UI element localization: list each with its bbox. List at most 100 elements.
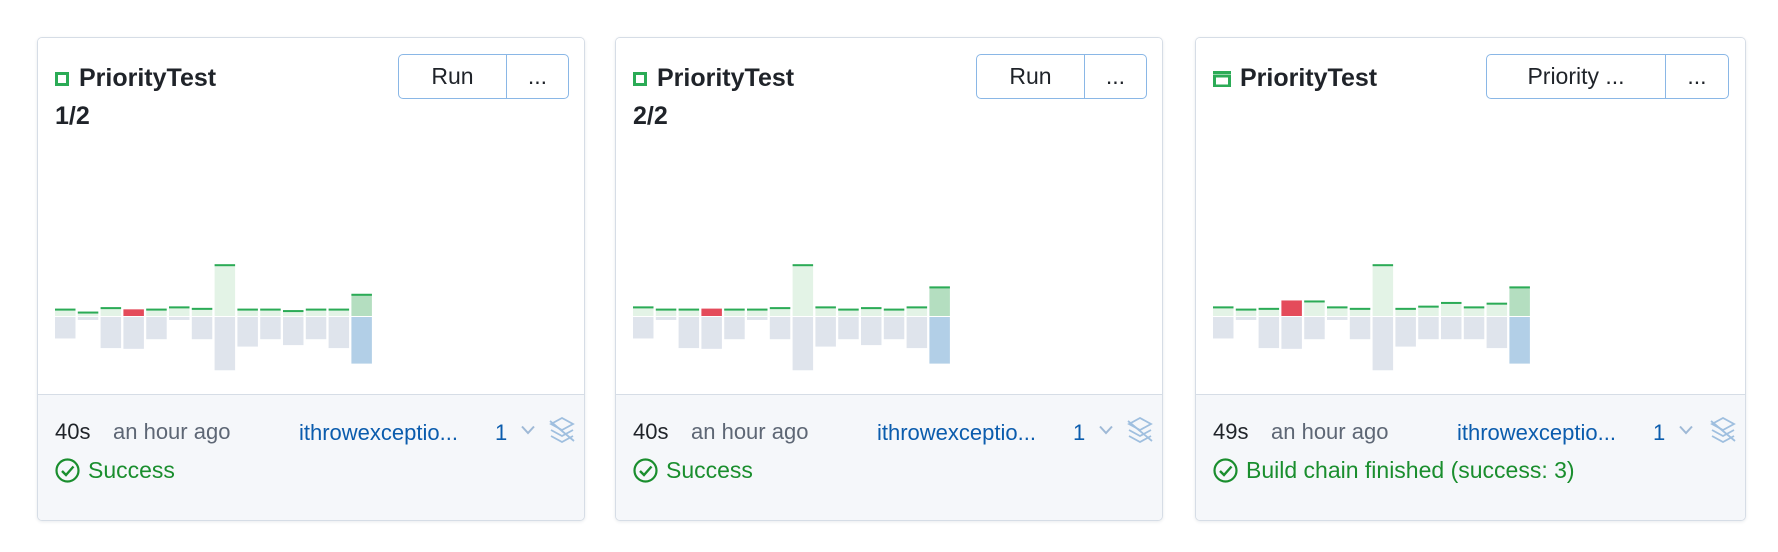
changes-icon[interactable] [1126,417,1154,443]
triggered-by-link[interactable]: ithrowexceptio... [877,420,1036,446]
build-duration-bar[interactable] [1281,300,1302,316]
run-button[interactable]: Run [399,55,506,98]
build-wait-bar[interactable] [283,317,304,346]
build-wait-bar[interactable] [724,317,745,340]
build-duration-bar[interactable] [214,264,236,316]
success-check-icon [633,458,658,483]
build-wait-bar[interactable] [77,317,99,320]
build-duration-bar[interactable] [1304,300,1325,316]
build-title[interactable]: PriorityTest [1240,64,1377,93]
build-success-marker [769,307,791,310]
run-button-group: Run ... [976,54,1147,99]
build-wait-bar[interactable] [633,317,654,339]
build-duration-bar[interactable] [792,264,814,316]
build-wait-bar[interactable] [351,317,372,364]
build-wait-bar[interactable] [328,317,350,349]
build-wait-bar[interactable] [655,317,677,320]
build-success-marker [169,306,190,309]
build-wait-bar[interactable] [1418,317,1439,340]
build-wait-bar[interactable] [1441,317,1462,340]
build-duration-bar[interactable] [1509,286,1530,316]
build-wait-bar[interactable] [1213,317,1234,339]
build-wait-bar[interactable] [792,317,814,371]
build-wait-bar[interactable] [169,317,190,320]
build-wait-bar[interactable] [55,317,76,339]
build-wait-bar[interactable] [906,317,928,349]
build-duration-bar[interactable] [701,308,722,316]
more-options-button[interactable]: ... [1084,55,1146,98]
build-wait-bar[interactable] [1509,317,1530,364]
build-wait-bar[interactable] [861,317,882,346]
build-wait-bar[interactable] [701,317,722,349]
changes-icon[interactable] [1709,417,1737,443]
build-wait-bar[interactable] [1258,317,1280,349]
build-wait-bar[interactable] [815,317,836,347]
build-status[interactable]: Success [633,457,753,484]
build-success-marker [146,308,167,311]
run-button-group: Priority ... ... [1486,54,1729,99]
build-success-marker [351,293,372,296]
title-row: PriorityTest [633,64,794,93]
build-duration-bar[interactable] [1441,301,1462,316]
build-wait-bar[interactable] [123,317,144,349]
more-options-button[interactable]: ... [1665,55,1728,98]
build-wait-bar[interactable] [305,317,327,340]
triggered-by-link[interactable]: ithrowexceptio... [299,420,458,446]
changes-count-link[interactable]: 1 [495,420,507,446]
build-wait-bar[interactable] [929,317,950,364]
build-duration-bar[interactable] [929,286,950,316]
chevron-down-icon[interactable] [1099,425,1113,435]
build-wait-bar[interactable] [1327,317,1348,320]
build-wait-bar[interactable] [1372,317,1394,371]
build-success-marker [1418,305,1439,308]
more-options-button[interactable]: ... [506,55,568,98]
build-wait-bar[interactable] [747,317,768,320]
changes-icon[interactable] [548,417,576,443]
build-wait-bar[interactable] [678,317,700,349]
build-history-chart [1213,264,1530,371]
build-wait-bar[interactable] [883,317,905,340]
build-success-marker [305,308,327,311]
build-wait-bar[interactable] [769,317,791,340]
build-title[interactable]: PriorityTest [79,64,216,93]
build-status[interactable]: Success [55,457,175,484]
build-wait-bar[interactable] [1395,317,1416,347]
card-header: PriorityTest 2/2 Run ... [616,38,1162,394]
chevron-down-icon[interactable] [521,425,535,435]
build-wait-bar[interactable] [1486,317,1508,349]
build-wait-bar[interactable] [214,317,236,371]
build-wait-bar[interactable] [1349,317,1371,340]
build-status-text: Build chain finished (success: 3) [1246,457,1575,483]
build-wait-bar[interactable] [1463,317,1485,340]
triggered-by-link[interactable]: ithrowexceptio... [1457,420,1616,446]
build-wait-bar[interactable] [1235,317,1257,320]
build-duration-bar[interactable] [1372,264,1394,316]
build-wait-bar[interactable] [100,317,122,349]
build-wait-bar[interactable] [838,317,859,340]
build-duration-bar[interactable] [351,293,372,316]
changes-count-link[interactable]: 1 [1653,420,1665,446]
priority-run-button[interactable]: Priority ... [1487,55,1665,98]
build-duration-bar[interactable] [123,309,144,316]
title-row: PriorityTest [55,64,216,93]
build-wait-bar[interactable] [237,317,258,347]
build-status-text: Success [666,457,753,483]
build-wait-bar[interactable] [191,317,213,340]
chevron-down-icon[interactable] [1679,425,1693,435]
build-wait-bar[interactable] [1281,317,1302,349]
changes-count-link[interactable]: 1 [1073,420,1085,446]
build-success-marker [214,264,236,267]
build-duration: 49s [1213,419,1249,444]
build-time: an hour ago [691,419,809,444]
run-button[interactable]: Run [977,55,1084,98]
build-title[interactable]: PriorityTest [657,64,794,93]
build-wait-bar[interactable] [146,317,167,340]
build-wait-bar[interactable] [1304,317,1325,340]
build-info-row: 40s an hour ago ithrowexceptio... 1 [55,417,576,447]
build-success-marker [906,306,928,309]
build-wait-bar[interactable] [260,317,281,340]
build-status[interactable]: Build chain finished (success: 3) [1213,457,1575,484]
build-chain-icon [1213,70,1231,87]
card-header: PriorityTest 1/2 Run ... [38,38,584,394]
build-success-marker [1327,306,1348,309]
